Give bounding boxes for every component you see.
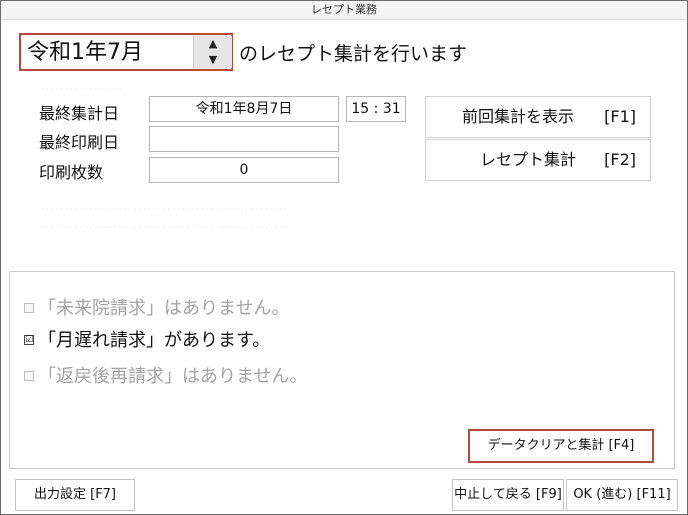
ghost-text: ·················· ················· ···… (41, 223, 289, 233)
ok-proceed-button[interactable]: OK (進む) [F11] (566, 479, 678, 511)
spin-down-icon[interactable]: ▼ (194, 52, 232, 68)
window-title: レセプト業務 (1, 1, 687, 20)
heading-suffix: のレセプト集計を行います (239, 43, 468, 65)
cancel-return-button[interactable]: 中止して戻る [F9] (452, 479, 564, 511)
status-panel: 「未来院請求」はありません。 ☑ 「月遅れ請求」があります。 「返戻後再請求」は… (9, 271, 675, 469)
data-clear-aggregate-button[interactable]: データクリアと集計 [F4] (468, 429, 654, 463)
aggregate-button[interactable]: レセプト集計 [F2] (425, 139, 651, 181)
print-count-label: 印刷枚数 (39, 163, 104, 182)
spin-up-icon[interactable]: ▲ (194, 36, 232, 52)
month-selector[interactable]: 令和1年7月 ▲ ▼ (19, 33, 233, 71)
output-settings-button[interactable]: 出力設定 [F7] (15, 479, 135, 511)
checkbox-icon (24, 303, 34, 313)
status-text: 「未来院請求」はありません。 (38, 298, 290, 319)
print-count-value: 0 (149, 157, 339, 183)
month-spinner[interactable]: ▲ ▼ (193, 36, 232, 68)
checkbox-checked-icon: ☑ (24, 335, 34, 345)
show-previous-button[interactable]: 前回集計を表示 [F1] (425, 96, 651, 138)
show-previous-key: [F1] (604, 107, 636, 126)
ghost-text: ·················· ················· ···… (41, 205, 289, 215)
aggregate-label: レセプト集計 (480, 150, 577, 169)
ghost-text: ········ ········ (41, 85, 124, 95)
aggregate-key: [F2] (604, 150, 636, 169)
status-text: 「返戻後再請求」はありません。 (38, 366, 308, 387)
checkbox-icon (24, 371, 34, 381)
month-value: 令和1年7月 (27, 40, 143, 65)
last-print-value (149, 126, 339, 152)
last-aggregate-label: 最終集計日 (39, 104, 120, 123)
last-aggregate-date: 令和1年8月7日 (149, 96, 339, 122)
last-print-label: 最終印刷日 (39, 133, 120, 152)
receipt-window: レセプト業務 令和1年7月 ▲ ▼ のレセプト集計を行います ········ … (0, 0, 688, 515)
show-previous-label: 前回集計を表示 (462, 107, 575, 126)
last-aggregate-time: 15 : 31 (346, 96, 406, 122)
status-text: 「月遅れ請求」があります。 (38, 330, 271, 351)
